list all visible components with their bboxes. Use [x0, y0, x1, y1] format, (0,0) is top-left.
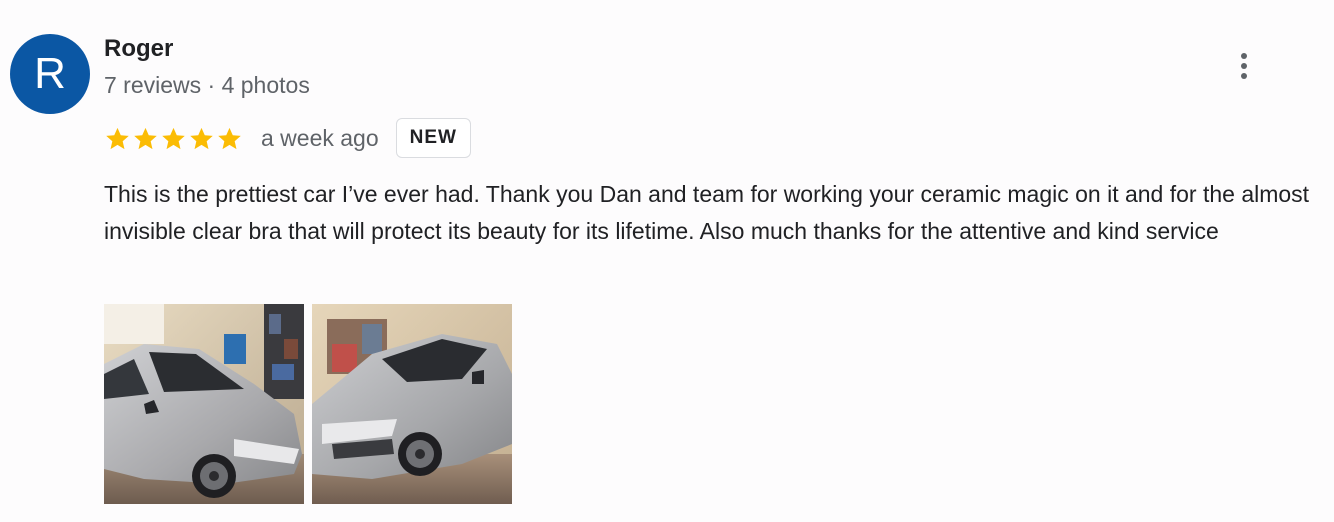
- new-badge: NEW: [395, 118, 471, 158]
- review-date: a week ago: [261, 125, 379, 151]
- reviewer-name[interactable]: Roger: [104, 34, 173, 64]
- star-icon: [162, 127, 185, 149]
- review-text: This is the prettiest car I’ve ever had.…: [104, 181, 1310, 244]
- rating-row: a week ago NEW: [104, 117, 471, 159]
- review-photo-2[interactable]: [312, 304, 512, 504]
- more-vert-icon[interactable]: [1226, 48, 1262, 84]
- star-rating: [104, 125, 243, 152]
- star-icon: [106, 127, 129, 149]
- review-photo-1[interactable]: [104, 304, 304, 504]
- star-icon: [190, 127, 213, 149]
- avatar[interactable]: R: [10, 34, 90, 114]
- star-icon: [218, 127, 241, 149]
- reviewer-meta: 7 reviews · 4 photos: [104, 72, 310, 98]
- avatar-letter: R: [34, 49, 66, 98]
- star-icon: [134, 127, 157, 149]
- car-photo-1: [104, 304, 304, 504]
- car-photo-2: [312, 304, 512, 504]
